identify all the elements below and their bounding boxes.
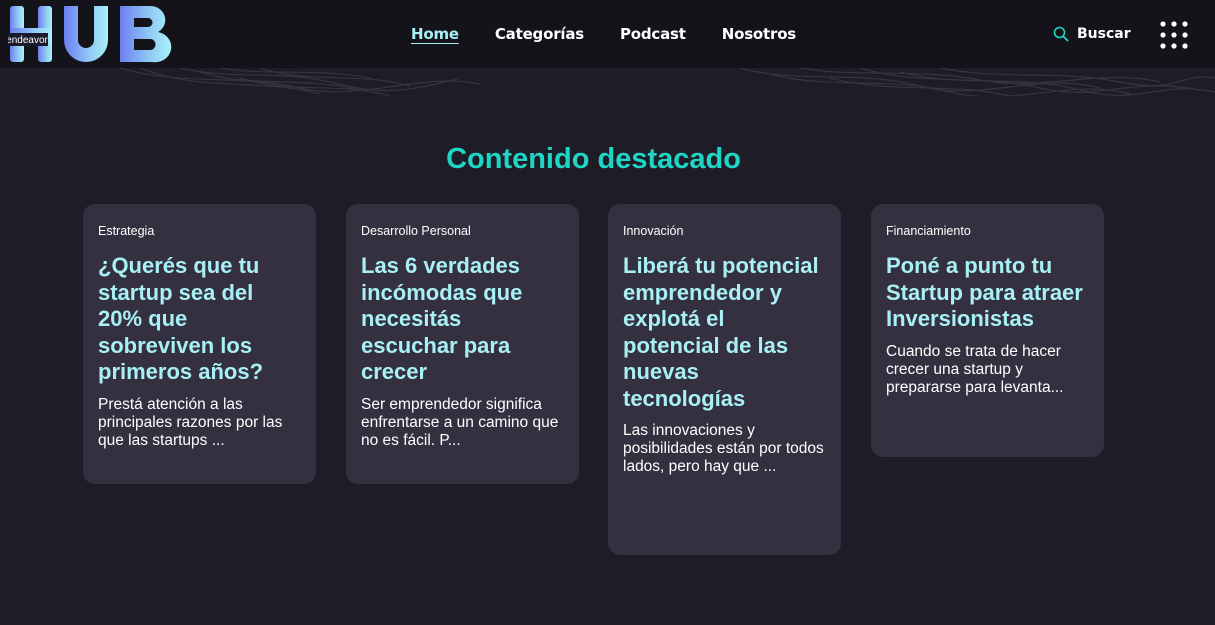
featured-card[interactable]: Financiamiento Poné a punto tu Startup p…	[871, 204, 1104, 457]
card-category: Financiamiento	[886, 224, 971, 238]
decorative-pattern	[0, 68, 1215, 96]
nav-link-home[interactable]: Home	[411, 24, 459, 44]
card-category: Innovación	[623, 224, 684, 238]
card-category: Desarrollo Personal	[361, 224, 471, 238]
nav-link-podcast[interactable]: Podcast	[620, 24, 686, 44]
nav-link-categorias[interactable]: Categorías	[495, 24, 584, 44]
card-excerpt: Cuando se trata de hacer crecer una star…	[886, 342, 1064, 396]
main-nav: Home Categorías Podcast Nosotros	[411, 24, 832, 44]
card-title[interactable]: ¿Querés que tu startup sea del 20% que s…	[98, 253, 301, 386]
search-button[interactable]: Buscar	[1053, 24, 1131, 44]
featured-card[interactable]: Desarrollo Personal Las 6 verdades incóm…	[346, 204, 579, 484]
nav-link-nosotros[interactable]: Nosotros	[722, 24, 796, 44]
card-excerpt: Prestá atención a las principales razone…	[98, 395, 283, 449]
featured-card[interactable]: Innovación Liberá tu potencial emprended…	[608, 204, 841, 555]
card-title[interactable]: Las 6 verdades incómodas que necesitás e…	[361, 253, 564, 386]
top-navbar: endeavor Home Categorías Podcast Nosotro…	[0, 0, 1215, 68]
search-label: Buscar	[1077, 26, 1131, 42]
hub-logo-graphic: endeavor	[6, 5, 172, 63]
card-excerpt: Ser emprendedor significa enfrentarse a …	[361, 395, 559, 449]
featured-section-title: Contenido destacado	[446, 143, 741, 175]
card-category: Estrategia	[98, 224, 155, 238]
grid-menu-icon[interactable]	[1160, 21, 1188, 49]
search-icon	[1053, 26, 1069, 42]
card-title[interactable]: Poné a punto tu Startup para atraer Inve…	[886, 253, 1089, 333]
featured-card[interactable]: Estrategia ¿Querés que tu startup sea de…	[83, 204, 316, 484]
contour-lines-decoration	[119, 68, 1215, 96]
hub-logo[interactable]: endeavor	[6, 4, 180, 66]
card-excerpt: Las innovaciones y posibilidades están p…	[623, 422, 824, 475]
logo-small-text: endeavor	[8, 35, 49, 46]
card-title[interactable]: Liberá tu potencial emprendedor y explot…	[623, 253, 826, 412]
